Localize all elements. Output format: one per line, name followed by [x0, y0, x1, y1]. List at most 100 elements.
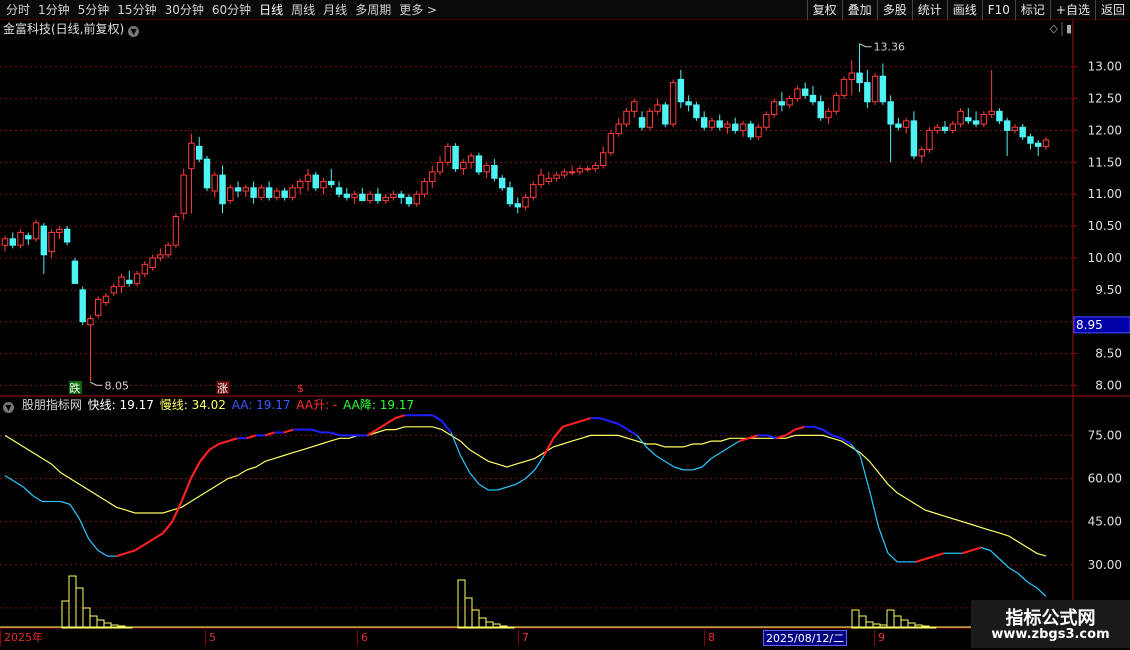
price-chart[interactable]: 13.0012.5012.0011.5011.0010.5010.009.509…	[0, 0, 1130, 630]
date-label: 5	[205, 630, 216, 646]
candle-body	[786, 98, 793, 106]
fast-line-segment	[720, 446, 731, 454]
candle-body	[732, 123, 739, 131]
candle-body	[79, 289, 86, 323]
candle-body	[794, 88, 801, 100]
fast-line-segment	[617, 423, 629, 431]
price-tick-label: 8.50	[1095, 347, 1122, 361]
candle-body	[957, 110, 964, 125]
candle-body	[801, 88, 809, 96]
candle-body	[359, 193, 366, 202]
date-label: 2025年	[0, 630, 43, 646]
candle-body	[996, 110, 1003, 122]
fast-line-segment	[385, 417, 396, 425]
candle-body	[413, 193, 420, 205]
candle-body	[304, 174, 312, 182]
candle-body	[172, 216, 180, 246]
fast-line-segment	[1027, 581, 1038, 589]
candle-body	[623, 110, 630, 125]
volume-bar	[858, 615, 867, 629]
candle-body	[514, 203, 521, 208]
price-tick-label: 12.50	[1088, 92, 1122, 106]
candle-body	[312, 174, 319, 189]
candle-body	[436, 161, 444, 173]
fast-line-segment	[88, 538, 99, 551]
fast-line-segment	[143, 537, 155, 546]
price-tick-label: 12.00	[1088, 123, 1122, 137]
date-label: 7	[518, 630, 529, 646]
price-tick-label: 10.50	[1088, 219, 1122, 233]
candle-body	[188, 142, 195, 170]
fast-line-segment	[218, 440, 229, 446]
volume-bar	[89, 615, 98, 629]
volume-bar	[61, 600, 70, 629]
candle-body	[95, 298, 102, 316]
indicator-legend: ▼ 股朋指标网 快线: 19.17 慢线: 34.02 AA: 19.17 AA…	[3, 398, 416, 413]
slow-line	[4, 426, 1047, 557]
slow-line-value: 慢线: 34.02	[159, 398, 226, 412]
candle-body	[164, 244, 172, 256]
price-tick-label: 13.00	[1088, 60, 1122, 74]
fast-line-segment	[813, 425, 824, 431]
candle-body	[980, 114, 988, 125]
candle-body	[910, 120, 918, 157]
candle-body	[708, 120, 716, 128]
fast-line-segment	[171, 501, 183, 523]
candle-body	[537, 174, 545, 186]
candle-body	[638, 117, 646, 128]
candle-body	[343, 193, 351, 198]
chevron-down-icon[interactable]: ▼	[3, 402, 14, 413]
candle-body	[281, 190, 288, 198]
candle-body	[498, 177, 506, 189]
candle-body	[716, 120, 723, 128]
candle-body	[926, 129, 933, 151]
candle-body	[258, 187, 265, 198]
fast-line-segment	[552, 426, 564, 439]
candle-body	[421, 180, 428, 195]
indicator-tick-label: 75.00	[1088, 428, 1122, 442]
candle-body	[902, 120, 910, 128]
volume-bar	[82, 607, 91, 629]
candle-body	[584, 168, 591, 171]
candle-body	[848, 72, 856, 80]
candle-body	[227, 187, 234, 202]
fast-line-segment	[627, 428, 638, 437]
candle-body	[879, 75, 887, 103]
candle-body	[1003, 120, 1011, 131]
candle-body	[351, 193, 358, 198]
fast-line-segment	[989, 549, 1000, 560]
candle-body	[545, 177, 553, 182]
candle-body	[833, 94, 840, 112]
fast-line-segment	[246, 434, 257, 440]
candle-body	[133, 273, 141, 284]
candle-body	[296, 180, 304, 189]
candle-body	[809, 94, 817, 103]
fast-line-segment	[999, 558, 1010, 569]
candle-body	[141, 263, 149, 275]
low-price-label: 8.05	[104, 379, 129, 392]
candle-body	[1, 238, 9, 246]
fast-line-segment	[162, 520, 174, 534]
candle-body	[561, 171, 568, 176]
candle-body	[576, 168, 584, 173]
candle-body	[646, 110, 654, 128]
candle-body	[1011, 126, 1019, 131]
fast-line-segment	[729, 440, 740, 448]
candle-body	[568, 171, 576, 174]
fast-line-segment	[69, 504, 80, 520]
candle-body	[763, 114, 770, 128]
fast-line-segment	[962, 549, 972, 555]
indicator-tick-label: 45.00	[1088, 515, 1122, 529]
candle-body	[273, 190, 281, 198]
fast-line-value: 快线: 19.17	[87, 398, 154, 412]
price-tick-label: 11.50	[1088, 155, 1122, 169]
candle-body	[265, 187, 273, 198]
candle-body	[234, 187, 242, 192]
candle-body	[887, 101, 894, 125]
fast-line-segment	[60, 500, 71, 505]
fast-line-segment	[134, 543, 145, 552]
zhang-marker: 涨	[217, 382, 228, 395]
candle-body	[17, 231, 24, 246]
candle-body	[856, 72, 863, 84]
candle-body	[429, 171, 436, 182]
